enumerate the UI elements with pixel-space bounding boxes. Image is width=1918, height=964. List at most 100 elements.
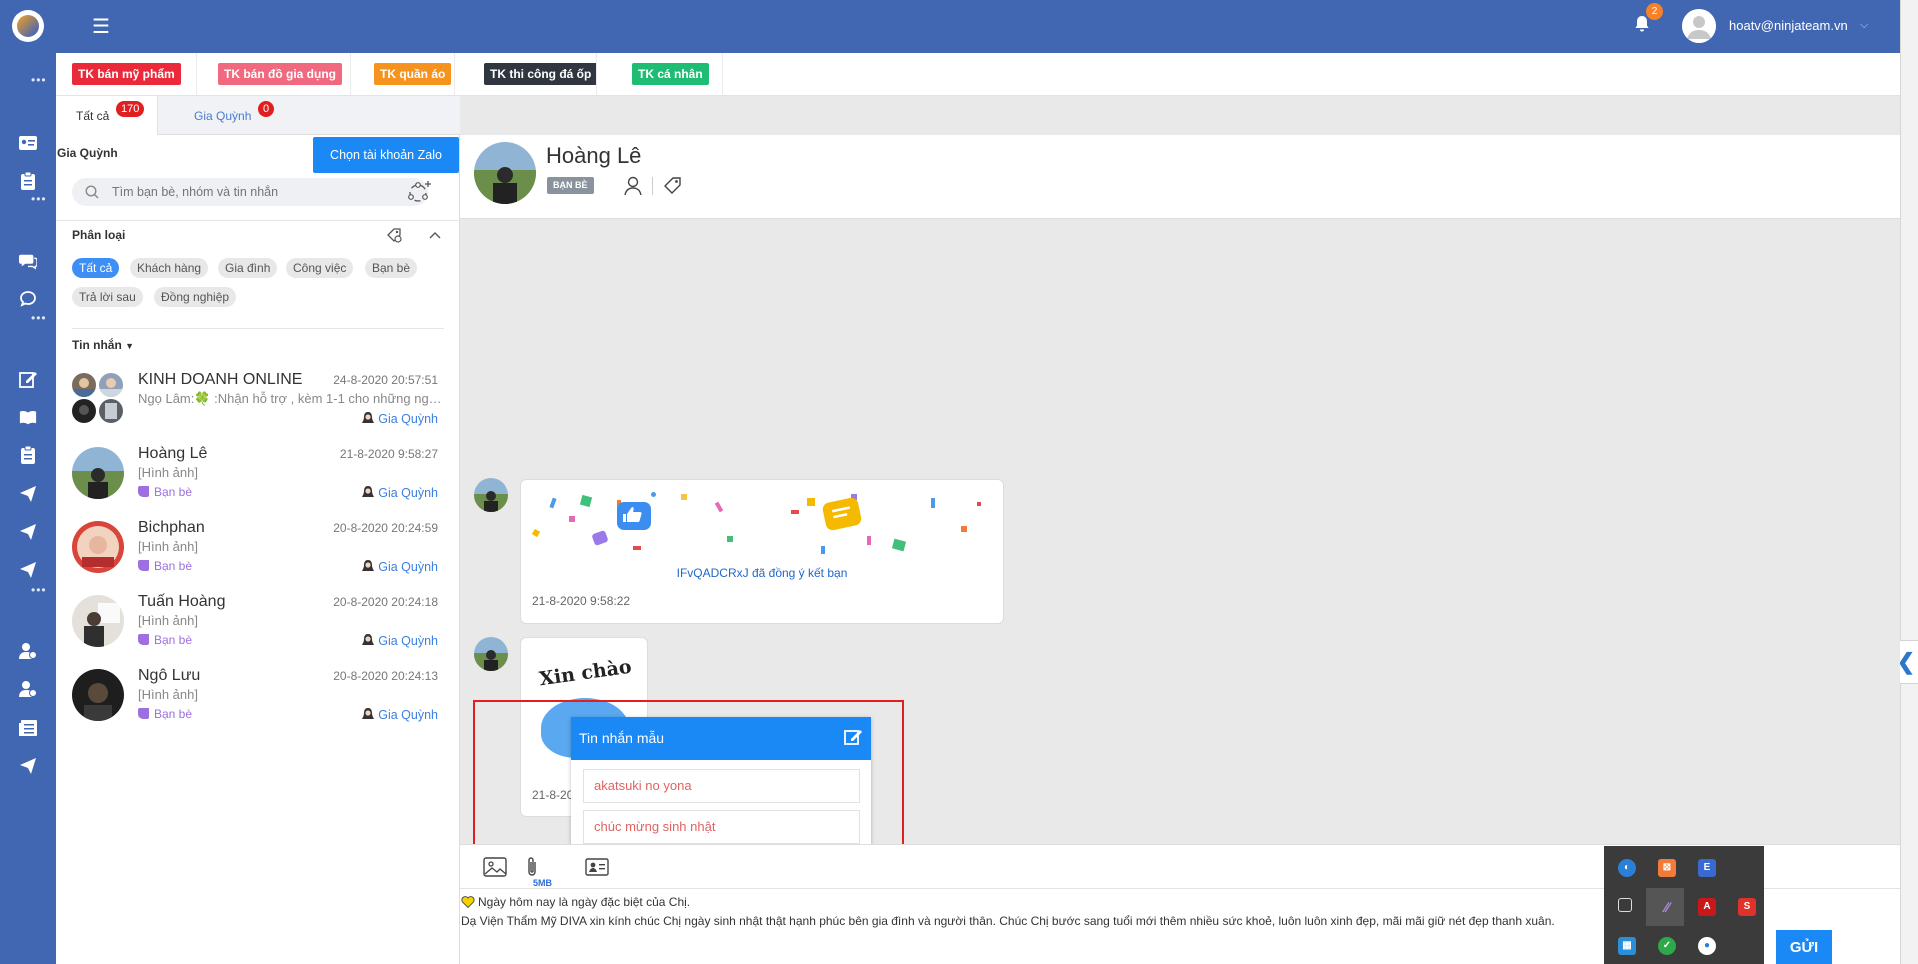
account-tag-stone-construction[interactable]: TK thi công đá ốp xyxy=(484,63,598,85)
notification-count-badge: 2 xyxy=(1646,3,1663,20)
category-chip-customers[interactable]: Khách hàng xyxy=(130,258,209,278)
conversation-item[interactable]: Hoàng Lê 21-8-2020 9:58:27 [Hình ảnh] Bạ… xyxy=(56,441,460,515)
category-chip-friends[interactable]: Bạn bè xyxy=(365,258,418,278)
book-icon[interactable] xyxy=(19,408,37,426)
contact-avatar xyxy=(72,521,124,573)
conversation-label: Bạn bè xyxy=(138,485,192,499)
choose-zalo-account-button[interactable]: Chọn tài khoản Zalo xyxy=(313,137,459,173)
tag-divider xyxy=(350,53,351,96)
tray-copy-icon[interactable] xyxy=(1618,898,1632,912)
conversation-name: KINH DOANH ONLINE xyxy=(138,371,303,388)
chat-bubble-icon[interactable] xyxy=(19,290,37,308)
yellow-heart-icon xyxy=(461,896,475,908)
conversation-preview: [Hình ảnh] xyxy=(138,465,198,480)
tag-divider xyxy=(196,53,197,96)
app-logo[interactable] xyxy=(12,10,44,42)
send-icon[interactable] xyxy=(19,757,37,775)
tag-settings-icon[interactable] xyxy=(386,227,402,243)
tab-all-label: Tất cả xyxy=(76,109,110,123)
clipboard-icon[interactable] xyxy=(19,446,37,464)
sticker-text: Xin chào xyxy=(537,655,633,691)
contact-avatar[interactable] xyxy=(474,142,536,204)
conversation-item[interactable]: KINH DOANH ONLINE 24-8-2020 20:57:51 Ngọ… xyxy=(56,367,460,441)
conversation-preview: [Hình ảnh] xyxy=(138,613,198,628)
account-tag-cosmetics[interactable]: TK bán mỹ phẩm xyxy=(72,63,181,85)
attachment-icon[interactable] xyxy=(524,856,540,878)
collapse-chevron-up-icon[interactable] xyxy=(428,228,442,242)
image-upload-icon[interactable] xyxy=(483,856,507,878)
tag-icon xyxy=(138,486,149,497)
account-tag-household[interactable]: TK bán đồ gia dụng xyxy=(218,63,342,85)
conversation-owner: Gia Quỳnh xyxy=(361,559,438,574)
create-group-icon[interactable] xyxy=(404,178,434,206)
conversation-time: 21-8-2020 9:58:27 xyxy=(339,447,438,461)
search-input[interactable] xyxy=(112,178,412,206)
send-icon[interactable] xyxy=(19,485,37,503)
contact-card-icon[interactable] xyxy=(585,856,609,878)
edit-icon[interactable] xyxy=(19,370,37,388)
tab-gia-quynh-count: 0 xyxy=(258,101,275,117)
newspaper-icon[interactable] xyxy=(19,719,37,737)
conversation-item[interactable]: Ngô Lưu 20-8-2020 20:24:13 [Hình ảnh] Bạ… xyxy=(56,663,460,737)
menu-icon[interactable]: ☰ xyxy=(92,17,110,37)
divider xyxy=(56,220,460,221)
messages-title[interactable]: Tin nhắn ▼ xyxy=(72,338,134,352)
chevron-down-icon[interactable]: ⌵ xyxy=(1860,19,1868,32)
category-chip-colleagues[interactable]: Đồng nghiệp xyxy=(154,287,237,307)
conversation-item[interactable]: Bichphan 20-8-2020 20:24:59 [Hình ảnh] B… xyxy=(56,515,460,589)
conversation-owner-name: Gia Quỳnh xyxy=(378,560,438,574)
owner-avatar-icon xyxy=(362,486,375,497)
tray-app-icon[interactable]: ⊠ xyxy=(1658,859,1676,877)
send-icon[interactable] xyxy=(19,523,37,541)
tag-icon[interactable] xyxy=(662,175,684,197)
chat-bubbles-icon[interactable] xyxy=(19,252,37,270)
conversation-owner-name: Gia Quỳnh xyxy=(378,412,438,426)
user-avatar[interactable] xyxy=(1682,9,1716,43)
category-chip-work[interactable]: Công việc xyxy=(286,258,354,278)
tab-all[interactable]: Tất cả 170 xyxy=(56,96,158,135)
tag-divider xyxy=(722,53,723,96)
conversation-item[interactable]: Tuấn Hoàng 20-8-2020 20:24:18 [Hình ảnh]… xyxy=(56,589,460,663)
contact-avatar xyxy=(72,595,124,647)
top-bar: ☰ 2 hoatv@ninjateam.vn ⌵ xyxy=(0,0,1900,53)
conversation-label: Bạn bè xyxy=(138,633,192,647)
tray-app-icon[interactable]: S xyxy=(1738,898,1756,916)
tray-app-icon[interactable]: ◐ xyxy=(1618,859,1636,877)
tray-app-icon[interactable]: A xyxy=(1698,898,1716,916)
send-button[interactable]: GỬI xyxy=(1776,930,1832,964)
category-chip-all[interactable]: Tất cả xyxy=(72,258,120,278)
tray-app-icon[interactable]: ▦ xyxy=(1618,937,1636,955)
friend-accepted-time: 21-8-2020 9:58:22 xyxy=(532,594,631,608)
tray-feather-icon[interactable]: ⁄⁄ xyxy=(1658,898,1676,916)
group-member-avatar xyxy=(99,399,123,423)
account-tag-personal[interactable]: TK cá nhân xyxy=(632,63,709,85)
caret-down-icon: ▼ xyxy=(125,341,135,351)
category-chip-family[interactable]: Gia đình xyxy=(218,258,278,278)
conversation-label: Bạn bè xyxy=(138,559,192,573)
conversation-owner: Gia Quỳnh xyxy=(361,707,438,722)
sender-avatar xyxy=(474,478,508,512)
category-chip-reply-later[interactable]: Trả lời sau xyxy=(72,287,143,307)
conversation-preview: [Hình ảnh] xyxy=(138,687,198,702)
page-scrollbar[interactable] xyxy=(1900,0,1918,964)
tab-gia-quynh[interactable]: Gia Quỳnh 0 xyxy=(174,96,275,135)
user-profile-icon[interactable] xyxy=(622,175,644,197)
account-name: Gia Quỳnh xyxy=(57,146,118,160)
search-icon xyxy=(85,185,99,199)
account-tag-clothing[interactable]: TK quần áo xyxy=(374,63,452,85)
send-icon[interactable] xyxy=(19,561,37,579)
tray-shield-icon[interactable]: ✓ xyxy=(1658,937,1676,955)
contact-card-icon[interactable] xyxy=(19,134,37,152)
add-user-icon[interactable] xyxy=(19,642,37,660)
tab-all-count: 170 xyxy=(116,101,145,117)
add-user-icon[interactable] xyxy=(19,680,37,698)
clipboard-icon[interactable] xyxy=(19,172,37,190)
conversation-name: Hoàng Lê xyxy=(138,445,208,462)
tray-app-icon[interactable]: ● xyxy=(1698,937,1716,955)
user-email[interactable]: hoatv@ninjateam.vn xyxy=(1729,18,1848,33)
contact-name: Hoàng Lê xyxy=(546,143,642,168)
friend-accepted-text: IFvQADCRxJ đã đồng ý kết bạn xyxy=(676,566,848,580)
message-input[interactable]: Ngày hôm nay là ngày đặc biệt của Chị. D… xyxy=(461,893,1601,931)
conversation-preview: Ngọ Lâm:🍀 :Nhận hỗ trợ , kèm 1-1 cho nhữ… xyxy=(138,391,443,406)
tray-app-icon[interactable]: E xyxy=(1698,859,1716,877)
